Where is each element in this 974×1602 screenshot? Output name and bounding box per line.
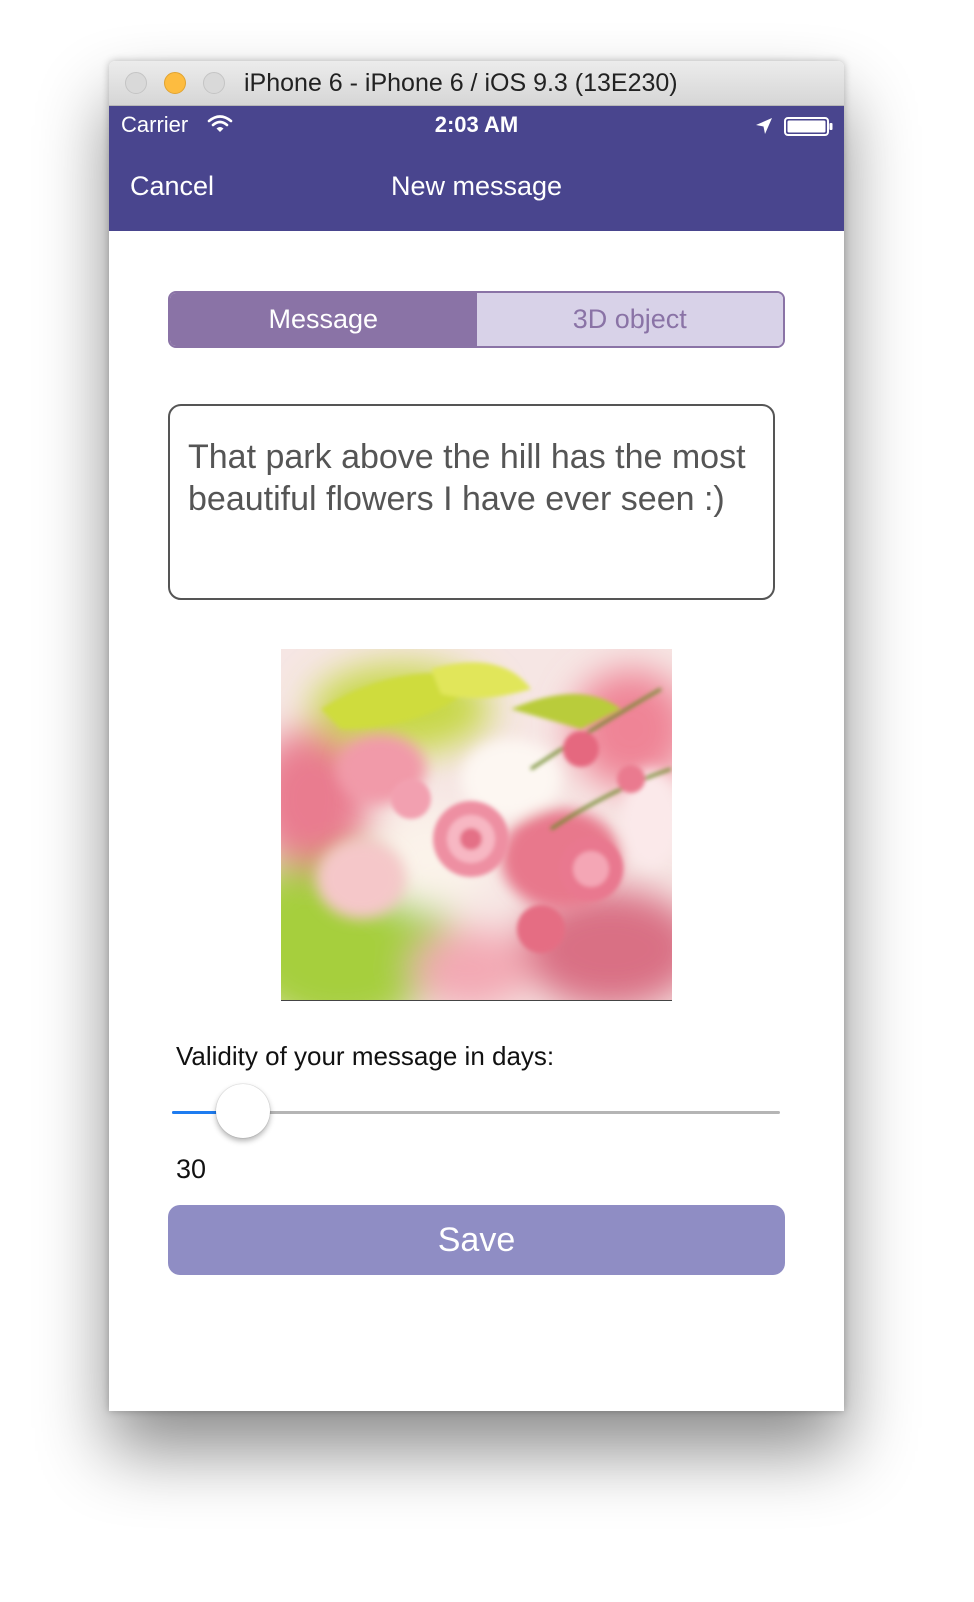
minimize-window-button[interactable] [164,72,186,94]
zoom-window-button[interactable] [203,72,225,94]
validity-value: 30 [176,1154,207,1184]
slider-thumb[interactable] [216,1084,270,1138]
segment-3d-object[interactable]: 3D object [476,293,783,346]
window-titlebar: iPhone 6 - iPhone 6 / iOS 9.3 (13E230) [109,61,844,106]
close-window-button[interactable] [125,72,147,94]
status-bar: Carrier 2:03 AM [109,106,844,146]
message-text-area[interactable]: That park above the hill has the most be… [168,404,775,600]
battery-icon [784,117,834,142]
window-title: iPhone 6 - iPhone 6 / iOS 9.3 (13E230) [244,69,678,97]
nav-title: New message [390,171,563,201]
location-arrow-icon [754,116,774,141]
simulator-window: iPhone 6 - iPhone 6 / iOS 9.3 (13E230) C… [109,61,844,1411]
validity-label: Validity of your message in days: [176,1041,555,1071]
navigation-bar: Cancel New message [109,146,844,231]
status-time: 2:03 AM [434,112,519,137]
validity-days-slider[interactable] [172,1083,780,1141]
segment-message[interactable]: Message [170,293,477,346]
content-type-segmented-control: Message 3D object [168,291,785,348]
save-button[interactable]: Save [168,1205,785,1275]
pink-flowers-photo[interactable] [281,649,672,1001]
